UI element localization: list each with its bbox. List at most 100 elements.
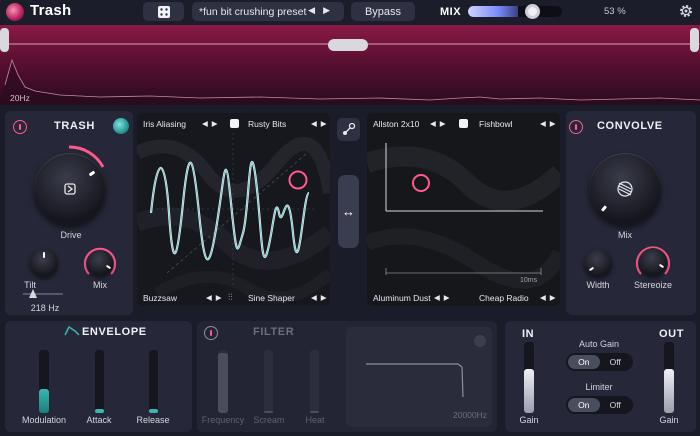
auto-gain-off[interactable]: Off (600, 355, 632, 369)
modulation-slider-fill (39, 389, 49, 413)
scream-slider[interactable] (264, 350, 273, 413)
convolve-top-left-label[interactable]: Allston 2x10 (373, 119, 419, 129)
width-knob-indicator (588, 266, 595, 272)
convolve-bottom-left-arrows[interactable]: ◀▶ (434, 293, 454, 302)
distortion-top-left-arrows[interactable]: ◀▶ (202, 119, 222, 128)
out-title: OUT (659, 328, 685, 340)
attack-slider-fill (95, 409, 104, 413)
attack-label: Attack (86, 415, 112, 425)
convolve-power-icon[interactable] (569, 120, 583, 134)
distortion-bottom-left-arrows[interactable]: ◀▶ (206, 293, 226, 302)
routing-button[interactable] (337, 118, 360, 141)
input-gain-label: Gain (519, 415, 539, 425)
auto-gain-toggle[interactable]: On Off (566, 353, 633, 371)
preset-nav-arrows[interactable]: ◀▶ (308, 5, 338, 16)
attack-slider[interactable] (95, 350, 104, 413)
spectrum-scroll-handle[interactable] (328, 39, 368, 51)
output-gain-slider[interactable] (664, 342, 674, 413)
app-title: Trash (30, 2, 72, 19)
mix-slider-fill (468, 6, 518, 17)
width-knob[interactable] (584, 249, 612, 277)
frequency-slider[interactable] (218, 350, 228, 413)
bypass-button[interactable]: Bypass (351, 2, 415, 21)
auto-gain-on[interactable]: On (568, 355, 600, 369)
preset-selector[interactable]: *fun bit crushing preset ◀▶ (192, 2, 344, 21)
spectrum-graph (0, 43, 700, 105)
limiter-on[interactable]: On (568, 398, 600, 412)
input-gain-slider[interactable] (524, 342, 534, 413)
frequency-slider-fill (218, 353, 228, 413)
swap-arrows-icon: ↔ (342, 204, 355, 219)
dice-icon (157, 5, 170, 18)
convolve-module[interactable]: Allston 2x10 ◀▶ Fishbowl ◀▶ 10ms Aluminu… (367, 113, 560, 306)
filter-freq-readout: 20000Hz (453, 410, 488, 420)
spectrum-handle-left[interactable] (0, 28, 9, 52)
trash-title: TRASH (54, 120, 95, 132)
spectrum-display[interactable]: 20Hz (0, 25, 700, 105)
tilt-knob[interactable] (30, 249, 58, 277)
convolve-top-right-label[interactable]: Fishbowl (479, 119, 513, 129)
distortion-dice-icon[interactable] (230, 119, 239, 128)
spectrum-freq-label: 20Hz (10, 93, 30, 103)
envelope-icon (64, 326, 80, 336)
modulation-label: Modulation (21, 415, 67, 425)
distortion-top-left-label[interactable]: Iris Aliasing (143, 119, 186, 129)
distortion-bottom-left-label[interactable]: Buzzsaw (143, 293, 177, 303)
convolve-mix-knob[interactable] (589, 153, 661, 225)
output-gain-fill (664, 369, 674, 413)
scream-slider-fill (264, 411, 273, 413)
distortion-bottom-right-label[interactable]: Sine Shaper (248, 293, 295, 303)
trash-style-icon[interactable] (113, 118, 129, 134)
tilt-freq-slider[interactable] (23, 293, 63, 295)
release-slider[interactable] (149, 350, 158, 413)
randomize-button[interactable] (143, 2, 184, 21)
stereoize-knob-indicator (658, 263, 665, 269)
spectrum-handle-right[interactable] (690, 28, 699, 52)
convolve-bottom-right-arrows[interactable]: ◀▶ (540, 293, 560, 302)
distortion-bottom-right-arrows[interactable]: ◀▶ (311, 293, 330, 302)
convolve-bottom-left-label[interactable]: Aluminum Dust (373, 293, 431, 303)
trash-mix-knob-indicator (105, 264, 112, 270)
release-label: Release (136, 415, 170, 425)
convolve-dice-icon[interactable] (459, 119, 468, 128)
tilt-knob-indicator (43, 252, 45, 258)
tilt-freq-value: 218 Hz (30, 303, 60, 313)
distortion-texture (137, 113, 330, 306)
mix-slider-thumb[interactable] (525, 4, 540, 19)
heat-slider-fill (310, 411, 319, 413)
frequency-label: Frequency (201, 415, 245, 425)
convolve-time-label: 10ms (520, 277, 538, 284)
link-icon (343, 122, 356, 135)
mix-slider[interactable] (468, 6, 562, 17)
stereoize-knob[interactable] (639, 248, 667, 276)
limiter-off[interactable]: Off (600, 398, 632, 412)
trash-mix-knob[interactable] (87, 250, 113, 276)
width-label: Width (586, 280, 610, 290)
mixer-icon[interactable]: ⫶⫶ (228, 292, 233, 303)
modulation-slider[interactable] (39, 350, 49, 413)
trash-drive-icon (64, 183, 76, 195)
convolve-bottom-right-label[interactable]: Cheap Radio (479, 293, 529, 303)
distortion-top-right-arrows[interactable]: ◀▶ (311, 119, 330, 128)
swap-order-button[interactable]: ↔ (338, 175, 359, 248)
limiter-toggle[interactable]: On Off (566, 396, 633, 414)
trash-power-icon[interactable] (13, 120, 27, 134)
distortion-top-right-label[interactable]: Rusty Bits (248, 119, 286, 129)
input-gain-fill (524, 369, 534, 413)
drive-label: Drive (60, 230, 82, 240)
limiter-label: Limiter (585, 382, 613, 392)
drive-knob[interactable] (34, 153, 106, 225)
heat-slider[interactable] (310, 350, 319, 413)
in-title: IN (522, 328, 535, 340)
convolve-top-right-arrows[interactable]: ◀▶ (540, 119, 560, 128)
filter-power-icon[interactable] (204, 326, 218, 340)
envelope-title: ENVELOPE (82, 326, 147, 338)
tilt-label: Tilt (24, 280, 36, 290)
filter-graph[interactable]: 20000Hz (346, 327, 492, 427)
trash-mix-label: Mix (93, 280, 107, 290)
convolve-top-left-arrows[interactable]: ◀▶ (430, 119, 450, 128)
gear-icon[interactable] (678, 3, 694, 19)
distortion-module[interactable]: Iris Aliasing ◀▶ Rusty Bits ◀▶ Buzzsaw ◀… (137, 113, 330, 306)
convolve-title: CONVOLVE (597, 120, 663, 132)
mix-value: 53 % (604, 6, 626, 17)
